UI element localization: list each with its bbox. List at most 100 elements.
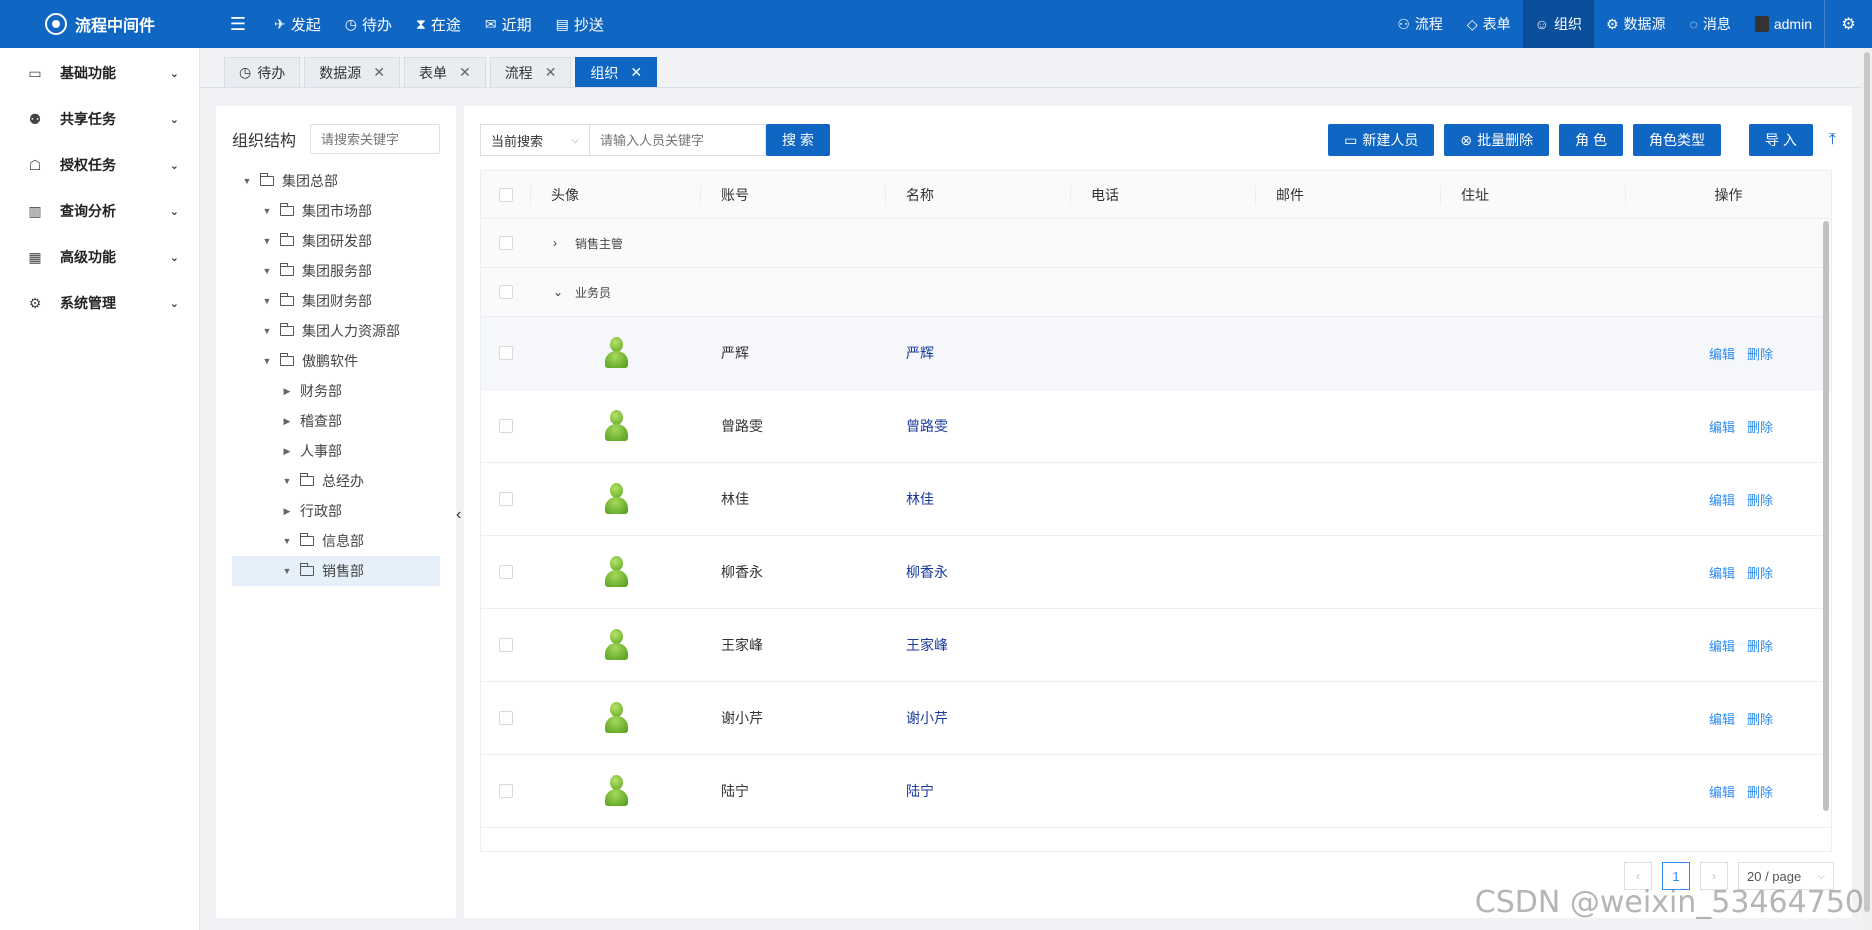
- table-row[interactable]: 柳香永 柳香永 编辑 删除: [481, 536, 1831, 609]
- tree-node[interactable]: ▶ 稽查部: [232, 406, 440, 436]
- sidebar-item-5[interactable]: ⚙ 系统管理 ⌄: [0, 280, 199, 326]
- caret-down-icon[interactable]: ▼: [260, 236, 274, 246]
- edit-link[interactable]: 编辑: [1709, 709, 1735, 728]
- search-scope-select[interactable]: 当前搜索 ⌵: [480, 124, 590, 156]
- role-type-button[interactable]: 角色类型: [1633, 124, 1722, 156]
- row-checkbox[interactable]: [499, 638, 513, 652]
- topnav-right-item-4[interactable]: ◌ 消息: [1678, 0, 1743, 48]
- edit-link[interactable]: 编辑: [1709, 417, 1735, 436]
- edit-link[interactable]: 编辑: [1709, 344, 1735, 363]
- delete-link[interactable]: 删除: [1747, 344, 1773, 363]
- tree-node[interactable]: ▼ 销售部: [232, 556, 440, 586]
- topnav-right-item-2[interactable]: ☺ 组织: [1522, 0, 1594, 48]
- table-row[interactable]: 谢小芹 谢小芹 编辑 删除: [481, 682, 1831, 755]
- topnav-item-0[interactable]: ✈ 发起: [262, 0, 333, 48]
- sidebar-item-4[interactable]: ▦ 高级功能 ⌄: [0, 234, 199, 280]
- sidebar-item-1[interactable]: ⚉ 共享任务 ⌄: [0, 96, 199, 142]
- tree-node[interactable]: ▼ 傲鹏软件: [232, 346, 440, 376]
- topnav-item-2[interactable]: ⧗ 在途: [404, 0, 473, 48]
- tab-1[interactable]: 数据源 ✕: [304, 57, 400, 87]
- tree-node[interactable]: ▶ 行政部: [232, 496, 440, 526]
- close-icon[interactable]: ✕: [373, 64, 385, 81]
- caret-right-icon[interactable]: ▶: [280, 416, 294, 427]
- caret-down-icon[interactable]: ▼: [260, 296, 274, 306]
- tree-node[interactable]: ▼ 集团人力资源部: [232, 316, 440, 346]
- caret-down-icon[interactable]: ▼: [260, 326, 274, 336]
- name-link[interactable]: 林佳: [906, 491, 934, 507]
- caret-down-icon[interactable]: ▼: [280, 476, 294, 486]
- delete-link[interactable]: 删除: [1747, 636, 1773, 655]
- role-button[interactable]: 角 色: [1559, 124, 1624, 156]
- caret-down-icon[interactable]: ▼: [280, 536, 294, 546]
- table-row[interactable]: 王家峰 王家峰 编辑 删除: [481, 609, 1831, 682]
- tab-0[interactable]: ◷ 待办: [224, 57, 301, 87]
- table-scrollbar[interactable]: [1823, 221, 1829, 811]
- table-row[interactable]: 林佳 林佳 编辑 删除: [481, 463, 1831, 536]
- close-icon[interactable]: ✕: [459, 64, 471, 81]
- topnav-right-item-3[interactable]: ⚙ 数据源: [1594, 0, 1678, 48]
- topnav-right-item-0[interactable]: ⚇ 流程: [1385, 0, 1455, 48]
- name-link[interactable]: 严辉: [906, 345, 934, 361]
- edit-link[interactable]: 编辑: [1709, 490, 1735, 509]
- name-link[interactable]: 曾路雯: [906, 418, 948, 434]
- row-checkbox[interactable]: [499, 711, 513, 725]
- delete-link[interactable]: 删除: [1747, 417, 1773, 436]
- tree-node[interactable]: ▶ 人事部: [232, 436, 440, 466]
- row-checkbox[interactable]: [499, 419, 513, 433]
- delete-link[interactable]: 删除: [1747, 490, 1773, 509]
- import-button[interactable]: 导 入: [1749, 124, 1813, 156]
- row-checkbox[interactable]: [499, 346, 513, 360]
- close-icon[interactable]: ✕: [545, 64, 557, 81]
- collapse-panel-icon[interactable]: ‹: [456, 506, 461, 524]
- table-row[interactable]: 陆宁 陆宁 编辑 删除: [481, 755, 1831, 828]
- table-row[interactable]: 严辉 严辉 编辑 删除: [481, 317, 1831, 390]
- delete-link[interactable]: 删除: [1747, 709, 1773, 728]
- tab-2[interactable]: 表单 ✕: [403, 57, 486, 87]
- edit-link[interactable]: 编辑: [1709, 563, 1735, 582]
- column-height-icon[interactable]: ⤒: [1829, 131, 1836, 149]
- topnav-item-1[interactable]: ◷ 待办: [333, 0, 404, 48]
- tree-node[interactable]: ▼ 信息部: [232, 526, 440, 556]
- name-link[interactable]: 陆宁: [906, 783, 934, 799]
- sidebar-item-3[interactable]: ▥ 查询分析 ⌄: [0, 188, 199, 234]
- group-checkbox[interactable]: [499, 285, 513, 299]
- delete-link[interactable]: 删除: [1747, 563, 1773, 582]
- name-link[interactable]: 柳香永: [906, 564, 948, 580]
- topnav-right-item-1[interactable]: ◇ 表单: [1455, 0, 1523, 48]
- caret-down-icon[interactable]: ▼: [280, 566, 294, 576]
- settings-gear-icon[interactable]: ⚙: [1824, 0, 1872, 48]
- chevron-right-icon[interactable]: ›: [553, 236, 567, 250]
- caret-right-icon[interactable]: ▶: [280, 446, 294, 457]
- topnav-item-3[interactable]: ✉ 近期: [473, 0, 544, 48]
- topnav-item-4[interactable]: ▤ 抄送: [544, 0, 616, 48]
- edit-link[interactable]: 编辑: [1709, 636, 1735, 655]
- tree-node[interactable]: ▶ 财务部: [232, 376, 440, 406]
- tree-node[interactable]: ▼ 总经办: [232, 466, 440, 496]
- page-scrollbar[interactable]: [1862, 48, 1872, 930]
- tab-3[interactable]: 流程 ✕: [489, 57, 572, 87]
- select-all-checkbox[interactable]: [498, 187, 513, 202]
- new-user-button[interactable]: ▭ 新建人员: [1328, 124, 1435, 156]
- batch-delete-button[interactable]: ⊗ 批量删除: [1444, 124, 1550, 156]
- row-checkbox[interactable]: [499, 565, 513, 579]
- caret-right-icon[interactable]: ▶: [280, 506, 294, 517]
- keyword-input[interactable]: [590, 124, 766, 156]
- edit-link[interactable]: 编辑: [1709, 782, 1735, 801]
- search-button[interactable]: 搜 索: [766, 124, 830, 156]
- group-row[interactable]: › 销售主管: [481, 219, 1831, 268]
- sidebar-item-2[interactable]: ☖ 授权任务 ⌄: [0, 142, 199, 188]
- chevron-down-icon[interactable]: ⌄: [553, 285, 567, 299]
- caret-down-icon[interactable]: ▼: [260, 356, 274, 366]
- sidebar-item-0[interactable]: ▭ 基础功能 ⌄: [0, 50, 199, 96]
- table-row[interactable]: 曾路雯 曾路雯 编辑 删除: [481, 390, 1831, 463]
- org-search-input[interactable]: [310, 124, 440, 154]
- name-link[interactable]: 谢小芹: [906, 710, 948, 726]
- group-checkbox[interactable]: [499, 236, 513, 250]
- tree-node[interactable]: ▼ 集团财务部: [232, 286, 440, 316]
- caret-right-icon[interactable]: ▶: [280, 386, 294, 397]
- tree-node[interactable]: ▼ 集团研发部: [232, 226, 440, 256]
- tree-node[interactable]: ▼ 集团市场部: [232, 196, 440, 226]
- caret-down-icon[interactable]: ▼: [240, 176, 254, 186]
- topnav-right-item-5[interactable]: admin: [1743, 0, 1824, 48]
- row-checkbox[interactable]: [499, 492, 513, 506]
